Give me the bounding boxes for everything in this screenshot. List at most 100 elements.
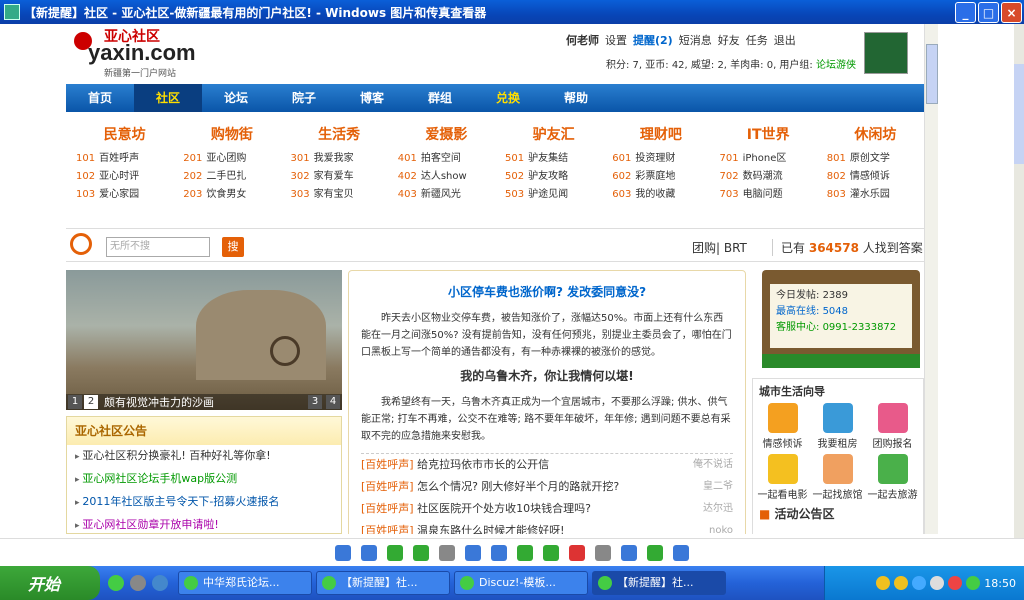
nav-item[interactable]: 首页 [66, 84, 134, 112]
category-link[interactable]: 602 彩票庭地 [612, 168, 709, 186]
minimize-button[interactable]: _ [955, 2, 976, 23]
nav-item[interactable]: 院子 [270, 84, 338, 112]
print-icon[interactable] [595, 544, 611, 561]
activity-title[interactable]: 活动公告区 [753, 505, 923, 522]
article-title[interactable]: 小区停车费也涨价啊? 发改委同意没? [361, 283, 733, 300]
category-heading[interactable]: 购物街 [183, 120, 280, 150]
remind-link[interactable]: 提醒(2) [633, 32, 673, 48]
tray-security-icon[interactable] [948, 576, 963, 590]
user-group-link[interactable]: 论坛游侠 [816, 60, 856, 71]
page-scrollbar[interactable] [924, 24, 938, 534]
slideshow-icon[interactable] [439, 544, 455, 561]
guide-item[interactable]: 一起找旅馆 [810, 454, 865, 501]
next-image-icon[interactable] [361, 544, 377, 561]
nav-item[interactable]: 论坛 [202, 84, 270, 112]
username-link[interactable]: 何老师 [566, 32, 599, 48]
notice-item[interactable]: 亚心网社区勋章开放申请啦! [67, 514, 341, 534]
tray-qq-icon[interactable] [894, 576, 909, 590]
slide-dot[interactable]: 1 [68, 395, 82, 409]
category-link[interactable]: 401 拍客空间 [398, 150, 495, 168]
category-link[interactable]: 101 百姓呼声 [76, 150, 173, 168]
edit-icon[interactable] [647, 544, 663, 561]
nav-item[interactable]: 社区 [134, 84, 202, 112]
guide-item[interactable]: 我要租房 [810, 403, 865, 450]
tasks-link[interactable]: 任务 [746, 32, 768, 48]
tray-shield-icon[interactable] [966, 576, 981, 590]
search-button[interactable]: 搜 [222, 237, 244, 257]
nav-item[interactable]: 博客 [338, 84, 406, 112]
start-button[interactable]: 开始 [0, 566, 100, 600]
category-link[interactable]: 501 驴友集结 [505, 150, 602, 168]
previous-image-icon[interactable] [335, 544, 351, 561]
category-link[interactable]: 601 投资理财 [612, 150, 709, 168]
category-link[interactable]: 402 达人show [398, 168, 495, 186]
tray-network-icon[interactable] [912, 576, 927, 590]
category-heading[interactable]: 民意坊 [76, 120, 173, 150]
list-item[interactable]: [百姓呼声] 怎么个情况? 刚大修好半个月的路就开挖? 皇二爷 [361, 476, 733, 498]
list-item[interactable]: [百姓呼声] 温泉东路什么时候才能修好呀! noko [361, 520, 733, 534]
guide-item[interactable]: 一起看电影 [755, 454, 810, 501]
taskbar-item[interactable]: 【新提醒】社... [592, 571, 726, 595]
rotate-clockwise-icon[interactable] [517, 544, 533, 561]
category-link[interactable]: 802 情感倾诉 [827, 168, 924, 186]
list-item[interactable]: [百姓呼声] 社区医院开个处方收10块钱合理吗? 达尔迅 [361, 498, 733, 520]
slide-dot[interactable]: 3 [308, 395, 322, 409]
guide-item[interactable]: 情感倾诉 [755, 403, 810, 450]
avatar[interactable] [864, 32, 908, 74]
category-link[interactable]: 603 我的收藏 [612, 186, 709, 204]
taskbar-item[interactable]: 中华郑氏论坛... [178, 571, 312, 595]
quicklaunch-browser-icon[interactable] [108, 575, 124, 591]
category-link[interactable]: 102 亚心时评 [76, 168, 173, 186]
category-link[interactable]: 103 爱心家园 [76, 186, 173, 204]
category-link[interactable]: 403 新疆风光 [398, 186, 495, 204]
category-heading[interactable]: 生活秀 [291, 120, 388, 150]
category-heading[interactable]: IT世界 [720, 120, 817, 150]
nav-item[interactable]: 群组 [406, 84, 474, 112]
site-logo[interactable]: 亚心社区 yaxin.com 新疆第一门户网站 [74, 26, 196, 80]
logout-link[interactable]: 退出 [774, 32, 796, 48]
slide-caption[interactable]: 颇有视觉冲击力的沙画 [104, 394, 214, 410]
best-fit-icon[interactable] [387, 544, 403, 561]
scrollbar-thumb[interactable] [1014, 64, 1024, 164]
delete-icon[interactable] [569, 544, 585, 561]
taskbar-item[interactable]: Discuz!-模板... [454, 571, 588, 595]
maximize-button[interactable]: □ [978, 2, 999, 23]
guide-item[interactable]: 一起去旅游 [865, 454, 920, 501]
notice-item[interactable]: 亚心网社区论坛手机wap版公测 [67, 468, 341, 491]
tray-volume-icon[interactable] [930, 576, 945, 590]
category-link[interactable]: 203 饮食男女 [183, 186, 280, 204]
category-heading[interactable]: 爱摄影 [398, 120, 495, 150]
category-heading[interactable]: 理财吧 [612, 120, 709, 150]
category-link[interactable]: 702 数码潮流 [720, 168, 817, 186]
notice-item[interactable]: 亚心社区积分换豪礼! 百种好礼等你拿! [67, 445, 341, 468]
category-link[interactable]: 301 我爱我家 [291, 150, 388, 168]
sms-link[interactable]: 短消息 [679, 32, 712, 48]
category-link[interactable]: 801 原创文学 [827, 150, 924, 168]
photo-slideshow[interactable]: 1 2 颇有视觉冲击力的沙画 3 4 [66, 270, 342, 410]
zoom-in-icon[interactable] [465, 544, 481, 561]
category-link[interactable]: 703 电脑问题 [720, 186, 817, 204]
tray-qq-icon[interactable] [876, 576, 891, 590]
category-heading[interactable]: 休闲坊 [827, 120, 924, 150]
slide-dot[interactable]: 4 [326, 395, 340, 409]
scrollbar-thumb[interactable] [926, 44, 938, 104]
quicklaunch-media-icon[interactable] [130, 575, 146, 591]
category-link[interactable]: 803 灌水乐园 [827, 186, 924, 204]
friends-link[interactable]: 好友 [718, 32, 740, 48]
actual-size-icon[interactable] [413, 544, 429, 561]
guide-item[interactable]: 团购报名 [865, 403, 920, 450]
quicklaunch-desktop-icon[interactable] [152, 575, 168, 591]
category-link[interactable]: 202 二手巴扎 [183, 168, 280, 186]
window-scrollbar[interactable] [1014, 24, 1024, 538]
search-input[interactable]: 无所不搜 [106, 237, 210, 257]
taskbar-item[interactable]: 【新提醒】社... [316, 571, 450, 595]
category-link[interactable]: 201 亚心团购 [183, 150, 280, 168]
notice-item[interactable]: 2011年社区版主号令天下-招募火速报名 [67, 491, 341, 514]
category-link[interactable]: 503 驴途见闻 [505, 186, 602, 204]
nav-item[interactable]: 帮助 [542, 84, 610, 112]
nav-item[interactable]: 兑换 [474, 84, 542, 112]
category-heading[interactable]: 驴友汇 [505, 120, 602, 150]
tuan-brt-link[interactable]: 团购| BRT [692, 239, 747, 256]
settings-link[interactable]: 设置 [605, 32, 627, 48]
category-link[interactable]: 302 家有爱车 [291, 168, 388, 186]
